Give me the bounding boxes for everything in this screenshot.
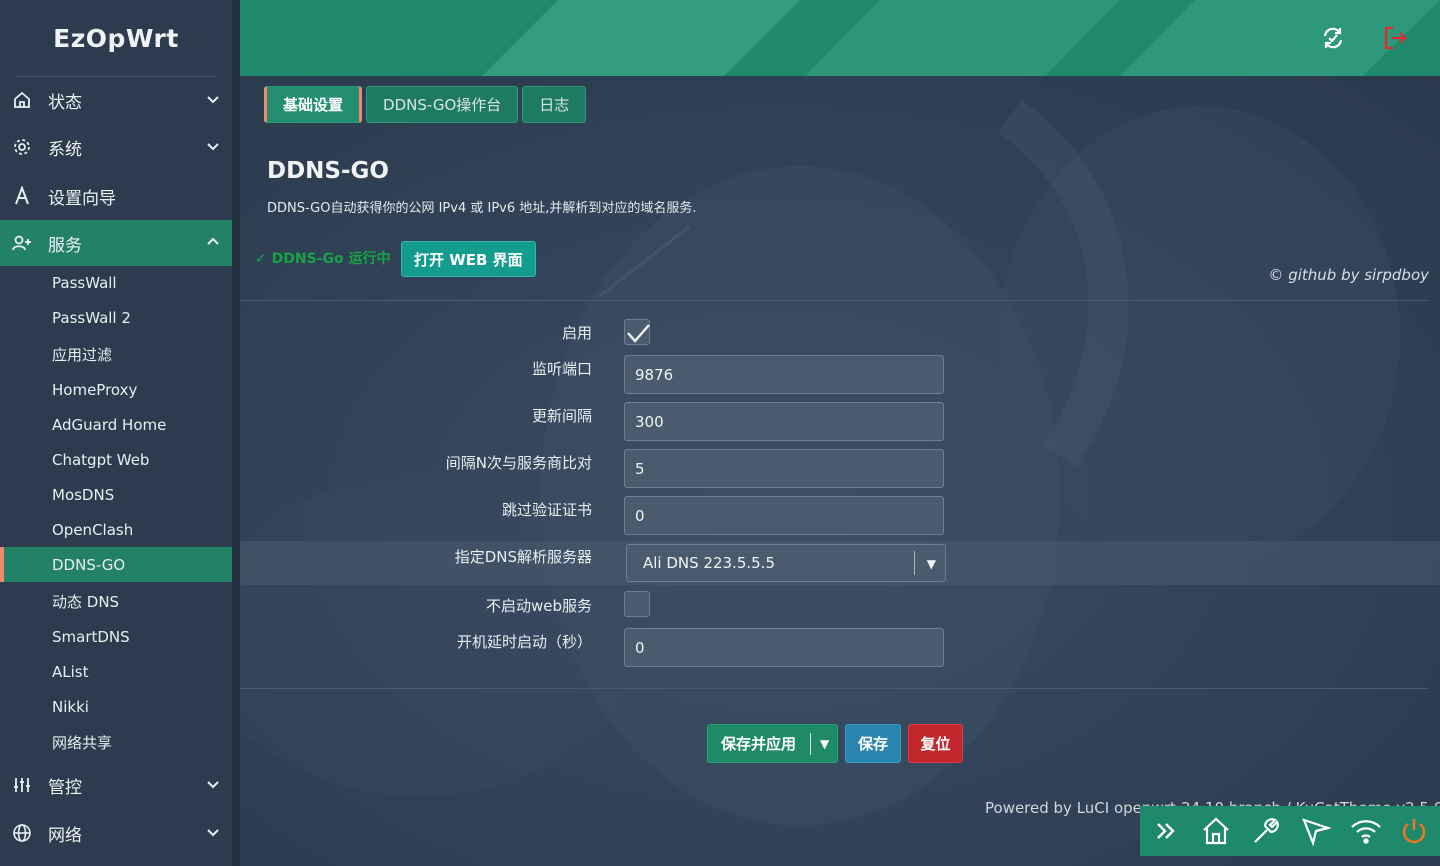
sidebar-scroll-edge[interactable]: [232, 0, 240, 866]
dropdown-arrow-icon: ▼: [926, 557, 936, 571]
sidebar-item-dynamic-dns[interactable]: 动态 DNS: [0, 584, 232, 619]
dns-label: 指定DNS解析服务器: [454, 548, 592, 566]
interval-input[interactable]: 300: [624, 402, 944, 441]
no-web-label: 不启动web服务: [485, 597, 592, 615]
sidebar-menu-label: 管控: [48, 777, 82, 798]
compare-label: 间隔N次与服务商比对: [445, 454, 592, 472]
logout-icon[interactable]: [1379, 22, 1411, 54]
main-content: 基础设置 DDNS-GO操作台 日志 DDNS-GO DDNS-GO自动获得你的…: [240, 76, 1440, 866]
header-stripes: [482, 0, 1440, 76]
tab-log[interactable]: 日志: [522, 86, 587, 123]
save-apply-button[interactable]: 保存并应用 ▼: [707, 724, 838, 763]
dns-select-value: Ali DNS 223.5.5.5: [643, 554, 775, 572]
tab-basic-settings[interactable]: 基础设置: [264, 86, 363, 123]
sidebar-item-network-share[interactable]: 网络共享: [0, 725, 232, 760]
port-input[interactable]: 9876: [624, 355, 944, 394]
interval-label: 更新间隔: [531, 407, 592, 425]
refresh-icon[interactable]: [1317, 22, 1349, 54]
sidebar: EzOpWrt 状态 系统 设置向导 服务 PassWall PassWall …: [0, 0, 232, 866]
dns-select[interactable]: Ali DNS 223.5.5.5 ▼: [626, 544, 946, 582]
sidebar-item-smartdns[interactable]: SmartDNS: [0, 619, 232, 654]
compare-input[interactable]: 5: [624, 449, 944, 488]
section-divider: [240, 300, 1428, 301]
top-header: [240, 0, 1440, 76]
user-plus-icon: [12, 233, 32, 253]
delay-input[interactable]: 0: [624, 628, 944, 667]
home-icon: [12, 90, 32, 110]
brand-logo[interactable]: EzOpWrt: [0, 0, 232, 76]
tab-ddns-go-console[interactable]: DDNS-GO操作台: [366, 86, 519, 123]
button-separator: [810, 733, 811, 755]
sidebar-menu-label: 状态: [48, 92, 82, 113]
page-title: DDNS-GO: [267, 158, 389, 184]
sidebar-menu-status[interactable]: 状态: [0, 77, 232, 123]
chevron-down-icon: [207, 829, 219, 837]
chevron-down-icon: [207, 143, 219, 151]
sidebar-menu-control[interactable]: 管控: [0, 762, 232, 808]
skip-verify-input[interactable]: 0: [624, 496, 944, 535]
sidebar-menu-label: 设置向导: [48, 188, 116, 209]
select-separator: [914, 551, 915, 575]
port-label: 监听端口: [531, 360, 592, 378]
enable-label: 启用: [561, 324, 592, 342]
sidebar-item-passwall[interactable]: PassWall: [0, 265, 232, 300]
sidebar-menu-wizard[interactable]: 设置向导: [0, 173, 232, 219]
sidebar-menu-label: 服务: [48, 235, 82, 256]
checkmark-icon: [627, 324, 650, 343]
reset-button[interactable]: 复位: [908, 724, 963, 763]
sidebar-menu-label: 系统: [48, 139, 82, 160]
credit-text: © github by sirpdboy: [1268, 266, 1429, 284]
open-web-button[interactable]: 打开 WEB 界面: [401, 241, 536, 277]
dropdown-arrow-icon[interactable]: ▼: [820, 737, 829, 751]
sidebar-item-openclash[interactable]: OpenClash: [0, 512, 232, 547]
tab-bar: 基础设置 DDNS-GO操作台 日志: [264, 86, 587, 123]
gear-icon: [12, 137, 32, 157]
chevron-down-icon: [207, 781, 219, 789]
save-button[interactable]: 保存: [845, 724, 901, 763]
sidebar-item-alist[interactable]: AList: [0, 654, 232, 689]
chevron-down-icon: [207, 96, 219, 104]
sidebar-menu-label: 网络: [48, 825, 82, 846]
chevron-up-icon: [207, 237, 219, 245]
save-apply-label: 保存并应用: [721, 735, 797, 753]
bottom-toolbar: [1140, 806, 1440, 856]
sidebar-item-mosdns[interactable]: MosDNS: [0, 477, 232, 512]
sidebar-item-chatgpt-web[interactable]: Chatgpt Web: [0, 442, 232, 477]
page-description: DDNS-GO自动获得你的公网 IPv4 或 IPv6 地址,并解析到对应的域名…: [267, 201, 697, 216]
sidebar-item-adguard-home[interactable]: AdGuard Home: [0, 407, 232, 442]
enable-checkbox[interactable]: [624, 319, 650, 345]
skip-verify-label: 跳过验证证书: [501, 501, 592, 519]
wizard-icon: [12, 186, 32, 206]
sidebar-menu-services[interactable]: 服务: [0, 220, 232, 266]
service-status: ✓ DDNS-Go 运行中: [255, 251, 391, 267]
double-chevron-right-icon[interactable]: [1149, 814, 1183, 848]
no-web-checkbox[interactable]: [624, 591, 650, 617]
form-divider: [240, 688, 1428, 689]
sidebar-menu-system[interactable]: 系统: [0, 124, 232, 170]
sidebar-item-passwall2[interactable]: PassWall 2: [0, 300, 232, 335]
sidebar-item-nikki[interactable]: Nikki: [0, 689, 232, 724]
sliders-icon: [12, 775, 32, 795]
sidebar-item-homeproxy[interactable]: HomeProxy: [0, 372, 232, 407]
home-icon[interactable]: [1199, 814, 1233, 848]
wifi-icon[interactable]: [1349, 814, 1383, 848]
globe-icon: [12, 823, 32, 843]
wrench-icon[interactable]: [1249, 814, 1283, 848]
delay-label: 开机延时启动（秒）: [456, 633, 592, 651]
send-icon[interactable]: [1299, 814, 1333, 848]
sidebar-item-ddns-go[interactable]: DDNS-GO: [0, 547, 232, 582]
power-icon[interactable]: [1397, 814, 1431, 848]
sidebar-menu-network[interactable]: 网络: [0, 810, 232, 856]
sidebar-item-app-filter[interactable]: 应用过滤: [0, 337, 232, 372]
